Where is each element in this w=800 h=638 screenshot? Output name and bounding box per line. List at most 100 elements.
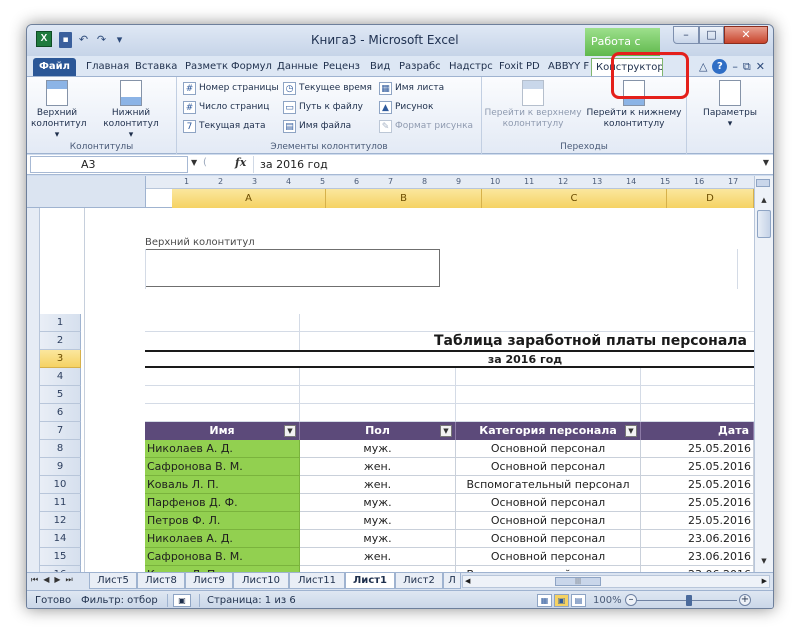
sheet-tab[interactable]: Лист8 — [137, 573, 185, 589]
cell-name[interactable]: Николаев А. Д. — [145, 530, 300, 548]
file-name-button[interactable]: ▤ Имя файла — [283, 118, 351, 134]
sheet-tab[interactable]: Лист9 — [185, 573, 233, 589]
cell-category[interactable]: Вспомогательный персонал — [456, 476, 641, 494]
scroll-down-icon[interactable]: ▼ — [757, 554, 771, 568]
row-header-selected[interactable]: 3 — [40, 350, 81, 368]
zoom-out-icon[interactable]: – — [625, 594, 637, 606]
filter-dropdown-icon[interactable]: ▼ — [284, 425, 296, 437]
horizontal-scrollbar[interactable]: ◀ ||| ▶ — [462, 575, 770, 588]
row-header[interactable]: 9 — [40, 458, 81, 476]
table-subtitle[interactable]: за 2016 год — [145, 350, 755, 368]
minimize-icon[interactable]: – — [673, 26, 699, 44]
footer-button[interactable]: Нижний колонтитул ▾ — [101, 80, 161, 140]
cell-date[interactable]: 25.05.2016 — [641, 512, 754, 530]
cell-gender[interactable]: муж. — [300, 512, 456, 530]
sheet-tab[interactable]: Лист5 — [89, 573, 137, 589]
formula-input[interactable]: за 2016 год — [253, 156, 753, 173]
tab-view[interactable]: Вид — [366, 58, 395, 76]
goto-header-button[interactable]: Перейти к верхнему колонтитулу — [484, 80, 582, 136]
page-count-button[interactable]: # Число страниц — [183, 99, 269, 115]
format-picture-button[interactable]: ✎ Формат рисунка — [379, 118, 473, 134]
cell-category[interactable]: Основной персонал — [456, 440, 641, 458]
scroll-up-icon[interactable]: ▲ — [757, 193, 771, 207]
page-break-view-icon[interactable]: ▤ — [571, 594, 586, 607]
table-header-name[interactable]: Имя ▼ — [145, 422, 300, 440]
expand-formula-bar-icon[interactable]: ▼ — [763, 158, 769, 167]
header-left-section[interactable] — [145, 249, 440, 287]
row-header[interactable]: 15 — [40, 548, 81, 566]
cell-category[interactable]: Основной персонал — [456, 494, 641, 512]
row-header[interactable]: 12 — [40, 512, 81, 530]
help-icon[interactable]: ? — [712, 59, 728, 74]
current-time-button[interactable]: ◷ Текущее время — [283, 80, 372, 96]
page-layout-view-icon[interactable]: ▣ — [554, 594, 569, 607]
table-header-category[interactable]: Категория персонала ▼ — [456, 422, 641, 440]
cell-name[interactable]: Коваль Л. П. — [145, 476, 300, 494]
cell-category[interactable]: Основной персонал — [456, 530, 641, 548]
horizontal-scroll-thumb[interactable]: ||| — [555, 577, 601, 586]
excel-app-icon[interactable]: X — [36, 31, 52, 47]
filter-dropdown-icon[interactable]: ▼ — [625, 425, 637, 437]
tab-page-layout[interactable]: Разметк — [181, 58, 228, 76]
current-date-button[interactable]: 7 Текущая дата — [183, 118, 266, 134]
cell-gender[interactable]: жен. — [300, 458, 456, 476]
row-header[interactable]: 7 — [40, 422, 81, 440]
name-box-dropdown-icon[interactable]: ▼ — [191, 158, 197, 167]
cell-category[interactable]: Основной персонал — [456, 458, 641, 476]
column-header-c[interactable]: C — [482, 189, 667, 208]
tab-developer[interactable]: Разрабс — [395, 58, 444, 76]
cell-date[interactable]: 25.05.2016 — [641, 494, 754, 512]
cell-gender[interactable]: жен. — [300, 548, 456, 566]
prev-sheet-icon[interactable]: ◀ — [43, 575, 49, 585]
cell-date[interactable]: 23.06.2016 — [641, 548, 754, 566]
row-header[interactable]: 14 — [40, 530, 81, 548]
cell-gender[interactable]: муж. — [300, 440, 456, 458]
last-sheet-icon[interactable]: ⏭ — [66, 575, 73, 585]
scroll-right-icon[interactable]: ▶ — [762, 576, 767, 587]
cell-category[interactable]: Основной персонал — [456, 512, 641, 530]
column-header-d[interactable]: D — [667, 189, 754, 208]
tab-addins[interactable]: Надстрс — [445, 58, 494, 76]
cell-date[interactable]: 25.05.2016 — [641, 476, 754, 494]
cell-date[interactable]: 25.05.2016 — [641, 458, 754, 476]
restore-workbook-icon[interactable]: ⧉ — [743, 60, 751, 74]
maximize-icon[interactable]: □ — [699, 26, 724, 44]
tab-data[interactable]: Данные — [273, 58, 319, 76]
column-header-b[interactable]: B — [326, 189, 482, 208]
row-header[interactable]: 6 — [40, 404, 81, 422]
column-header-a[interactable]: A — [172, 189, 326, 208]
first-sheet-icon[interactable]: ⏮ — [31, 575, 38, 585]
split-box[interactable] — [756, 179, 770, 187]
filter-dropdown-icon[interactable]: ▼ — [440, 425, 452, 437]
file-path-button[interactable]: ▭ Путь к файлу — [283, 99, 363, 115]
tab-home[interactable]: Главная — [82, 58, 132, 76]
page-number-button[interactable]: # Номер страницы — [183, 80, 279, 96]
row-header[interactable]: 4 — [40, 368, 81, 386]
tab-file[interactable]: Файл — [33, 58, 76, 76]
next-sheet-icon[interactable]: ▶ — [54, 575, 60, 585]
row-header[interactable]: 2 — [40, 332, 81, 350]
row-header[interactable]: 10 — [40, 476, 81, 494]
cell-name[interactable]: Петров Ф. Л. — [145, 512, 300, 530]
row-header[interactable]: 11 — [40, 494, 81, 512]
vertical-scroll-thumb[interactable] — [757, 210, 771, 238]
cell-name[interactable]: Николаев А. Д. — [145, 440, 300, 458]
undo-icon[interactable]: ↶ — [77, 32, 90, 48]
save-icon[interactable]: ▪ — [59, 32, 72, 48]
table-header-gender[interactable]: Пол ▼ — [300, 422, 456, 440]
cell-gender[interactable]: муж. — [300, 494, 456, 512]
tab-insert[interactable]: Вставка — [131, 58, 181, 76]
normal-view-icon[interactable]: ▦ — [537, 594, 552, 607]
close-workbook-icon[interactable]: ✕ — [756, 60, 765, 73]
cell-name[interactable]: Парфенов Д. Ф. — [145, 494, 300, 512]
tab-foxit[interactable]: Foxit PD — [495, 58, 545, 76]
row-header[interactable]: 1 — [40, 314, 81, 332]
cell-gender[interactable]: жен. — [300, 476, 456, 494]
sheet-tab[interactable]: Лист2 — [395, 573, 443, 589]
row-header[interactable]: 8 — [40, 440, 81, 458]
tab-abbyy[interactable]: ABBYY F — [544, 58, 589, 76]
cell-date[interactable]: 25.05.2016 — [641, 440, 754, 458]
cell-category[interactable]: Основной персонал — [456, 548, 641, 566]
zoom-in-icon[interactable]: + — [739, 594, 751, 606]
name-box[interactable]: A3 — [30, 156, 188, 173]
